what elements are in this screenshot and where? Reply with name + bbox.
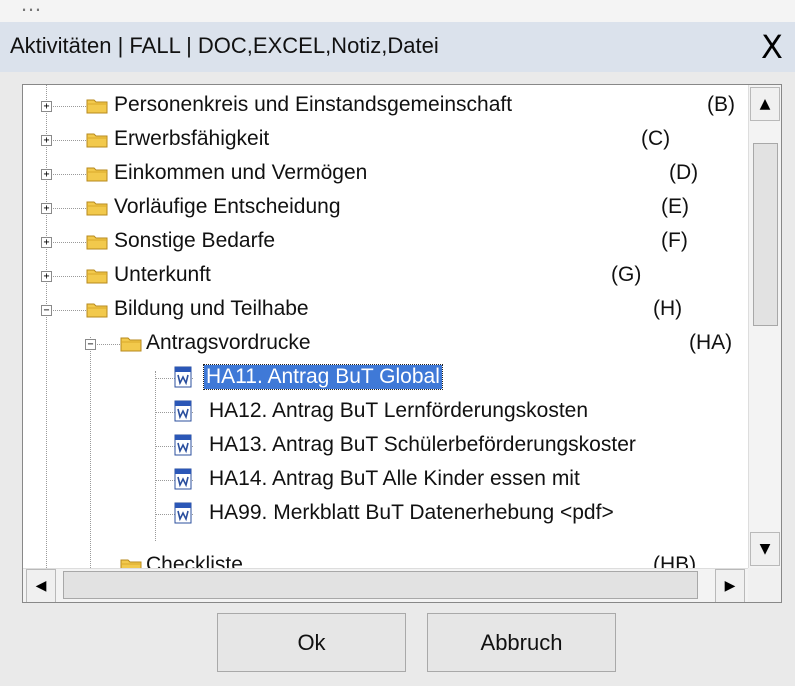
expand-toggle[interactable]: + (41, 101, 52, 112)
word-document-icon (173, 502, 193, 524)
tree-item-label[interactable]: Erwerbsfähigkeit (114, 127, 269, 151)
tree-h-line (46, 242, 86, 243)
tree-h-line (46, 140, 86, 141)
tree-item-label-selected[interactable]: HA11. Antrag BuT Global (203, 364, 443, 390)
folder-icon (86, 199, 108, 216)
folder-open-icon (120, 335, 142, 352)
tree-item-label[interactable]: Sonstige Bedarfe (114, 229, 275, 253)
tree-h-line (46, 208, 86, 209)
folder-icon (86, 233, 108, 250)
word-document-icon (173, 400, 193, 422)
folder-icon (86, 97, 108, 114)
tree-item-code: (HB) (653, 553, 697, 568)
tree-h-line (46, 106, 86, 107)
tree-h-line (46, 276, 86, 277)
tree-item-label[interactable]: Bildung und Teilhabe (114, 297, 309, 321)
close-button[interactable]: X (752, 26, 792, 68)
tree-item-code: (G) (611, 263, 642, 286)
vertical-scroll-thumb[interactable] (753, 143, 778, 326)
tree-item-label[interactable]: Antragsvordrucke (146, 331, 311, 355)
folder-icon (86, 267, 108, 284)
expand-toggle[interactable]: + (41, 135, 52, 146)
dialog-title: Aktivitäten | FALL | DOC,EXCEL,Notiz,Dat… (10, 33, 439, 58)
vertical-scrollbar[interactable]: ▲ ▼ (748, 85, 781, 568)
collapse-toggle[interactable]: − (41, 305, 52, 316)
tree-item-label[interactable]: Personenkreis und Einstandsgemeinschaft (114, 93, 512, 117)
tree-h-line (46, 310, 86, 311)
word-document-icon (173, 366, 193, 388)
tree-viewport: + Personenkreis und Einstandsgemeinschaf… (23, 85, 748, 568)
tree-item-label[interactable]: HA13. Antrag BuT Schülerbeförderungskost… (209, 433, 636, 457)
tree-h-line (46, 174, 86, 175)
scrollbar-corner (748, 568, 781, 602)
scroll-left-button[interactable]: ◀ (26, 569, 56, 602)
tree-item-label[interactable]: HA12. Antrag BuT Lernförderungskosten (209, 399, 588, 423)
tree-item-code: (D) (669, 161, 699, 184)
tree-item-code: (HA) (689, 331, 733, 354)
expand-toggle[interactable]: + (41, 169, 52, 180)
scroll-right-button[interactable]: ▶ (715, 569, 745, 602)
tree-item-code: (C) (641, 127, 671, 150)
tree-item-code: (B) (707, 93, 735, 116)
cancel-button[interactable]: Abbruch (427, 613, 616, 672)
folder-icon (120, 557, 142, 568)
tree-root-line (46, 85, 47, 568)
expand-toggle[interactable]: + (41, 237, 52, 248)
horizontal-scrollbar[interactable]: ◀ ▶ (23, 568, 748, 602)
tree-item-code: (H) (653, 297, 683, 320)
word-document-icon (173, 434, 193, 456)
tree-item-label[interactable]: Unterkunft (114, 263, 211, 287)
tree-item-label[interactable]: HA99. Merkblatt BuT Datenerhebung <pdf> (209, 501, 614, 525)
tree-antrag-line (155, 371, 156, 541)
folder-icon (86, 165, 108, 182)
clipped-top-strip: … (0, 0, 795, 22)
scroll-down-button[interactable]: ▼ (750, 532, 780, 566)
folder-open-icon (86, 301, 108, 318)
tree-item-label[interactable]: Vorläufige Entscheidung (114, 195, 341, 219)
clipped-top-text: … (20, 0, 43, 16)
tree-item-code: (E) (661, 195, 689, 218)
tree-item-label[interactable]: Einkommen und Vermögen (114, 161, 367, 185)
ok-button[interactable]: Ok (217, 613, 406, 672)
tree-item-code: (F) (661, 229, 688, 252)
activity-tree[interactable]: + Personenkreis und Einstandsgemeinschaf… (22, 84, 782, 603)
tree-item-label[interactable]: Checkliste (146, 553, 243, 568)
horizontal-scroll-thumb[interactable] (63, 571, 698, 599)
collapse-toggle[interactable]: − (85, 339, 96, 350)
folder-icon (86, 131, 108, 148)
scroll-up-button[interactable]: ▲ (750, 87, 780, 121)
expand-toggle[interactable]: + (41, 203, 52, 214)
word-document-icon (173, 468, 193, 490)
tree-item-label[interactable]: HA14. Antrag BuT Alle Kinder essen mit (209, 467, 580, 491)
dialog-titlebar: Aktivitäten | FALL | DOC,EXCEL,Notiz,Dat… (0, 22, 795, 72)
expand-toggle[interactable]: + (41, 271, 52, 282)
tree-bildung-line (90, 337, 91, 568)
